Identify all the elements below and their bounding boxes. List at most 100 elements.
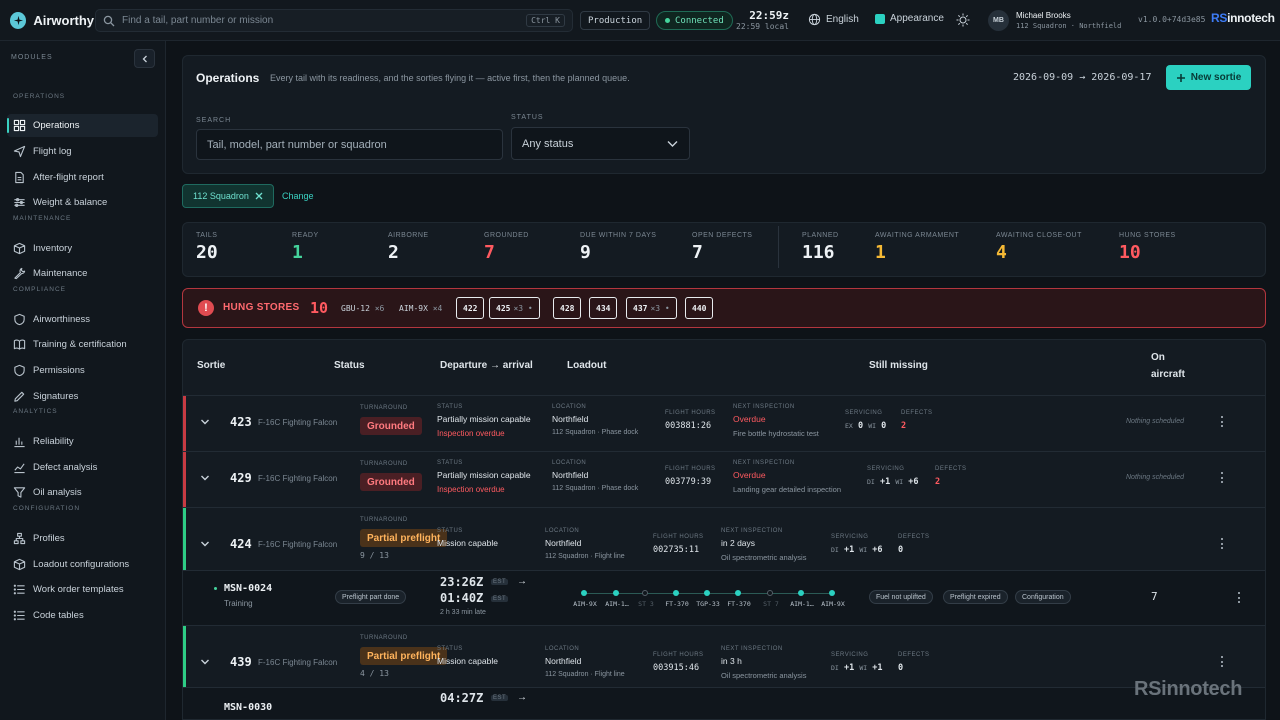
kpi-airborne[interactable]: AIRBORNE 2 <box>388 232 429 263</box>
more-actions-icon[interactable] <box>1221 472 1224 483</box>
sidebar-item-reliability[interactable]: Reliability <box>7 430 158 453</box>
col-sortie[interactable]: Sortie <box>197 360 225 371</box>
tail-number[interactable]: 429 <box>230 471 252 485</box>
expand-chevron-icon[interactable] <box>200 473 210 483</box>
sidebar-item-airworthiness[interactable]: Airworthiness <box>7 308 158 331</box>
col-status[interactable]: Status <box>334 360 365 371</box>
kpi-due-within-7-days[interactable]: DUE WITHIN 7 DAYS 9 <box>580 232 656 263</box>
brand[interactable]: Airworthy <box>10 11 94 29</box>
close-icon[interactable] <box>255 192 263 200</box>
sidebar-item-flight-log[interactable]: Flight log <box>7 140 158 163</box>
row-status-bar <box>183 626 186 687</box>
sidebar-item-work-order-templates[interactable]: Work order templates <box>7 578 158 601</box>
sidebar-item-permissions[interactable]: Permissions <box>7 359 158 382</box>
nothing-scheduled: Nothing scheduled <box>1126 474 1184 481</box>
flight-hours-value: 003915:46 <box>653 663 700 673</box>
sidebar-item-oil-analysis[interactable]: Oil analysis <box>7 481 158 504</box>
loadout-station-label: AIM-1… <box>790 600 814 608</box>
hung-tail-number: 434 <box>596 303 611 313</box>
departure-time: 23:26Z <box>440 575 484 589</box>
expand-chevron-icon[interactable] <box>200 657 210 667</box>
col-departure[interactable]: Departure → arrival <box>440 360 533 371</box>
appearance-button[interactable]: Appearance <box>875 13 944 24</box>
sidebar-item-training-certification[interactable]: Training & certification <box>7 333 158 356</box>
turnaround-badge[interactable]: Grounded <box>360 473 422 491</box>
tail-number[interactable]: 424 <box>230 537 252 551</box>
mission-id[interactable]: MSN-0030 <box>224 702 272 713</box>
sidebar-item-profiles[interactable]: Profiles <box>7 527 158 550</box>
col-still-missing[interactable]: Still missing <box>869 360 928 371</box>
tail-number[interactable]: 423 <box>230 415 252 429</box>
servicing-label: SERVICING <box>831 534 869 540</box>
grid-icon <box>13 119 26 132</box>
more-actions-icon[interactable] <box>1221 656 1224 667</box>
table-row[interactable]: 429 F-16C Fighting Falcon TURNAROUND Ground… <box>183 451 1265 507</box>
expand-chevron-icon[interactable] <box>200 417 210 427</box>
arrow-icon: → <box>517 692 527 703</box>
sidebar-item-signatures[interactable]: Signatures <box>7 385 158 408</box>
status-label: STATUS <box>437 404 463 410</box>
change-filter-link[interactable]: Change <box>282 191 314 201</box>
kpi-ready[interactable]: READY 1 <box>292 232 319 263</box>
table-row[interactable]: 423 F-16C Fighting Falcon TURNAROUND Ground… <box>183 395 1265 451</box>
theme-toggle-button[interactable] <box>956 13 970 27</box>
turnaround-badge[interactable]: Partial preflight <box>360 529 448 547</box>
language-button[interactable]: English <box>808 13 859 26</box>
mission-row[interactable]: MSN-0030 04:27Z EST → <box>183 687 1265 719</box>
table-row[interactable]: 424 F-16C Fighting Falcon TURNAROUND Partia… <box>183 507 1265 570</box>
hung-tail-425[interactable]: 425 ×3 • <box>489 297 540 319</box>
kpi-awaiting-armament[interactable]: AWAITING ARMAMENT 1 <box>875 232 959 263</box>
collapse-sidebar-button[interactable] <box>134 49 155 68</box>
environment-badge[interactable]: Production <box>580 11 651 30</box>
hung-tail-428[interactable]: 428 <box>553 297 582 319</box>
col-on-aircraft-line2[interactable]: aircraft <box>1151 369 1185 380</box>
arrival-est-tag: EST <box>491 596 509 602</box>
more-actions-icon[interactable] <box>1221 416 1224 427</box>
col-on-aircraft-line1[interactable]: On <box>1151 352 1165 363</box>
kpi-awaiting-close-out[interactable]: AWAITING CLOSE-OUT 4 <box>996 232 1082 263</box>
next-inspection-value: Overdue <box>733 470 766 480</box>
sidebar-item-code-tables[interactable]: Code tables <box>7 604 158 627</box>
turnaround-badge[interactable]: Partial preflight <box>360 647 448 665</box>
sidebar-item-defect-analysis[interactable]: Defect analysis <box>7 456 158 479</box>
col-loadout[interactable]: Loadout <box>567 360 606 371</box>
mission-id[interactable]: MSN-0024 <box>224 583 272 594</box>
new-sortie-button[interactable]: New sortie <box>1166 65 1251 90</box>
tail-search-input[interactable]: Tail, model, part number or squadron <box>196 129 503 160</box>
avatar[interactable]: MB <box>988 10 1009 31</box>
sidebar-item-operations[interactable]: Operations <box>7 114 158 137</box>
squadron-filter-chip[interactable]: 112 Squadron <box>182 184 274 208</box>
hung-tail-440[interactable]: 440 <box>685 297 714 319</box>
hung-tail-434[interactable]: 434 <box>589 297 618 319</box>
servicing-wi-key: WI <box>868 422 877 430</box>
sidebar-item-inventory[interactable]: Inventory <box>7 237 158 260</box>
loadout-station-label: ST 3 <box>638 600 654 608</box>
expand-chevron-icon[interactable] <box>200 539 210 549</box>
status-select[interactable]: Any status <box>511 127 690 160</box>
flight-hours-label: FLIGHT HOURS <box>653 534 704 540</box>
hung-tail-437[interactable]: 437 ×3 • <box>626 297 677 319</box>
sidebar-item-maintenance[interactable]: Maintenance <box>7 262 158 285</box>
table-row[interactable]: 439 F-16C Fighting Falcon TURNAROUND Partia… <box>183 625 1265 687</box>
date-range[interactable]: 2026-09-09 → 2026-09-17 <box>1013 72 1151 83</box>
kpi-open-defects[interactable]: OPEN DEFECTS 7 <box>692 232 752 263</box>
user-info[interactable]: Michael Brooks 112 Squadron · Northfield <box>1016 11 1121 31</box>
tail-number[interactable]: 439 <box>230 655 252 669</box>
store-name: AIM-9X <box>399 304 428 313</box>
location-sub: 112 Squadron · Flight line <box>545 553 625 560</box>
kpi-tails[interactable]: TAILS 20 <box>196 232 218 263</box>
pen-icon <box>14 391 25 402</box>
more-actions-icon[interactable] <box>1238 592 1241 603</box>
sidebar-item-weight-balance[interactable]: Weight & balance <box>7 191 158 214</box>
turnaround-badge[interactable]: Grounded <box>360 417 422 435</box>
hung-tail-422[interactable]: 422 <box>456 297 485 319</box>
sidebar-item-after-flight-report[interactable]: After-flight report <box>7 166 158 189</box>
kpi-grounded[interactable]: GROUNDED 7 <box>484 232 529 263</box>
global-search-input[interactable]: Find a tail, part number or mission Ctrl… <box>95 9 573 32</box>
servicing-wi-value: +6 <box>908 477 919 487</box>
more-actions-icon[interactable] <box>1221 538 1224 549</box>
kpi-hung-stores[interactable]: HUNG STORES 10 <box>1119 232 1176 263</box>
mission-row[interactable]: MSN-0024 Training Preflight part done 23:26… <box>183 570 1265 625</box>
kpi-planned[interactable]: PLANNED 116 <box>802 232 839 263</box>
sidebar-item-loadout-configurations[interactable]: Loadout configurations <box>7 553 158 576</box>
